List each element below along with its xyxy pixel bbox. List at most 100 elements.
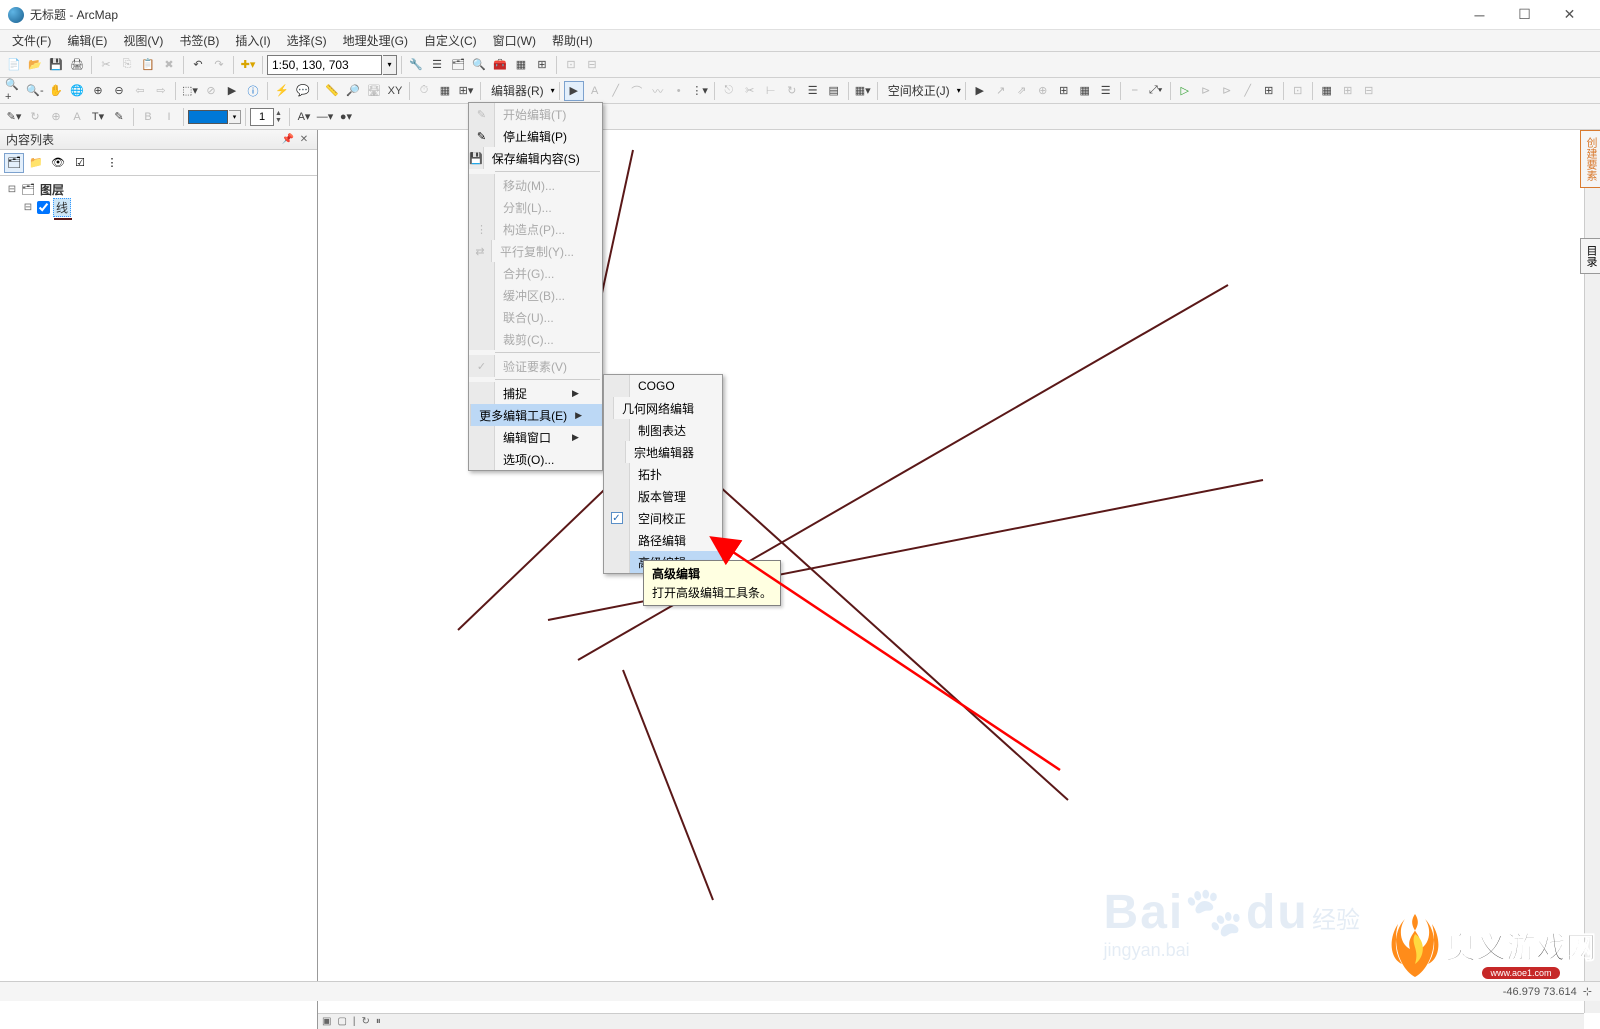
spatial-adjustment-menu[interactable]: 空间校正(J) <box>882 81 956 101</box>
split-button[interactable]: ⊢ <box>761 81 781 101</box>
arc-segment-button[interactable]: ⌒ <box>627 81 647 101</box>
clear-selection-button[interactable]: ⊘ <box>201 81 221 101</box>
sa-edge-button[interactable]: ⎯ <box>1125 81 1145 101</box>
undo-button[interactable]: ↶ <box>188 55 208 75</box>
select-features-button[interactable]: ⬚▾ <box>180 81 200 101</box>
menu-help[interactable]: 帮助(H) <box>544 30 601 51</box>
python-button[interactable]: ▦ <box>511 55 531 75</box>
fill-color-swatch[interactable] <box>188 110 228 124</box>
menu-bookmarks[interactable]: 书签(B) <box>171 30 227 51</box>
adv-tool5[interactable]: ⊞ <box>1259 81 1279 101</box>
expand-icon[interactable]: ⊟ <box>6 184 18 195</box>
editor-menu-item[interactable]: 选项(O)... <box>469 448 602 470</box>
redo-button[interactable]: ↷ <box>209 55 229 75</box>
sketch-props-button[interactable]: ▤ <box>824 81 844 101</box>
attributes-button[interactable]: ☰ <box>803 81 823 101</box>
sa-identity-button[interactable]: ⊕ <box>1033 81 1053 101</box>
adv-play-button[interactable]: ▷ <box>1175 81 1195 101</box>
submenu-item[interactable]: 版本管理 <box>604 485 722 507</box>
edit-vertices-button[interactable]: ⋮▾ <box>690 81 710 101</box>
search-button[interactable]: 🔍 <box>469 55 489 75</box>
side-tab-catalog[interactable]: 目录 <box>1580 238 1600 274</box>
menu-file[interactable]: 文件(F) <box>4 30 59 51</box>
submenu-item[interactable]: 宗地编辑器 <box>604 441 722 463</box>
minimize-button[interactable]: ─ <box>1457 0 1502 30</box>
zoom-out-button[interactable]: 🔍- <box>25 81 45 101</box>
new-button[interactable]: 📄 <box>4 55 24 75</box>
zoom-in-button[interactable]: 🔍+ <box>4 81 24 101</box>
close-button[interactable]: ✕ <box>1547 0 1592 30</box>
fixed-zoom-out-button[interactable]: ⊖ <box>109 81 129 101</box>
delete-button[interactable]: ✖ <box>159 55 179 75</box>
menu-view[interactable]: 视图(V) <box>115 30 171 51</box>
straight-segment-button[interactable]: ╱ <box>606 81 626 101</box>
submenu-item[interactable]: 路径编辑 <box>604 529 722 551</box>
layout-view-button[interactable]: ▢ <box>337 1016 346 1027</box>
catalog-button[interactable]: 🗂 <box>448 55 468 75</box>
draw-tool-button[interactable]: ✎▾ <box>4 107 24 127</box>
reshape-button[interactable]: ⎋ <box>719 81 739 101</box>
print-button[interactable]: 🖨 <box>67 55 87 75</box>
menu-geoprocessing[interactable]: 地理处理(G) <box>335 30 416 51</box>
layer-line-symbol[interactable] <box>54 218 72 220</box>
toc-options-button[interactable]: ⋮ <box>102 153 122 173</box>
find-route-button[interactable]: 🛣 <box>364 81 384 101</box>
copy-button[interactable]: ⎘ <box>117 55 137 75</box>
adv-tool9[interactable]: ⊟ <box>1359 81 1379 101</box>
submenu-item[interactable]: ✓空间校正 <box>604 507 722 529</box>
identify-button[interactable]: ⓘ <box>243 81 263 101</box>
editor-menu-item[interactable]: 编辑窗口▶ <box>469 426 602 448</box>
editor-menu-button[interactable]: 编辑器(R) <box>485 81 550 101</box>
layer-visibility-checkbox[interactable] <box>37 201 50 214</box>
tool-a[interactable]: ⊡ <box>561 55 581 75</box>
editor-menu-item[interactable]: 更多编辑工具(E)▶ <box>469 404 602 426</box>
paste-button[interactable]: 📋 <box>138 55 158 75</box>
map-scale-dropdown[interactable]: ▾ <box>383 55 397 75</box>
trace-button[interactable]: 〰 <box>648 81 668 101</box>
map-scale-input[interactable] <box>267 55 382 75</box>
adv-tool3[interactable]: ⊳ <box>1217 81 1237 101</box>
submenu-item[interactable]: 几何网络编辑 <box>604 397 722 419</box>
toc-list-source-button[interactable]: 📁 <box>26 153 46 173</box>
adv-tool7[interactable]: ▦ <box>1317 81 1337 101</box>
sa-select-button[interactable]: ▶ <box>970 81 990 101</box>
create-features-button[interactable]: ▦▾ <box>853 81 873 101</box>
sa-grid2-button[interactable]: ▦ <box>1075 81 1095 101</box>
viewer2-button[interactable]: ⊞▾ <box>456 81 476 101</box>
submenu-item[interactable]: 制图表达 <box>604 419 722 441</box>
sa-grid1-button[interactable]: ⊞ <box>1054 81 1074 101</box>
sa-link-button[interactable]: ↗ <box>991 81 1011 101</box>
rotate-text-button[interactable]: ↻ <box>25 107 45 127</box>
html-popup-button[interactable]: 💬 <box>293 81 313 101</box>
full-extent-button[interactable]: 🌐 <box>67 81 87 101</box>
menu-insert[interactable]: 插入(I) <box>227 30 278 51</box>
editor-menu-item[interactable]: ✎停止编辑(P) <box>469 125 602 147</box>
pan-button[interactable]: ✋ <box>46 81 66 101</box>
edit-tool-button[interactable]: ▶ <box>564 81 584 101</box>
tree-layer-line[interactable]: ⊟ 线 <box>6 198 311 216</box>
adv-tool4[interactable]: ╱ <box>1238 81 1258 101</box>
expand-icon[interactable]: ⊟ <box>22 202 34 213</box>
editor-toolbar-button[interactable]: 🔧 <box>406 55 426 75</box>
side-tab-create-features[interactable]: 创建要素 <box>1580 130 1600 188</box>
hyperlink-button[interactable]: ⚡ <box>272 81 292 101</box>
refresh-button[interactable]: ↻ <box>362 1016 370 1027</box>
tree-root-layers[interactable]: ⊟ 🗂 图层 <box>6 180 311 198</box>
select-elements-button[interactable]: ▶ <box>222 81 242 101</box>
line-width-input[interactable] <box>250 108 274 126</box>
edit-draw-button[interactable]: ✎ <box>109 107 129 127</box>
pause-button[interactable]: ⏸ <box>376 1016 381 1027</box>
save-button[interactable]: 💾 <box>46 55 66 75</box>
italic-button[interactable]: I <box>159 107 179 127</box>
fill-color-dropdown[interactable]: ▾ <box>229 110 241 124</box>
toc-pin-button[interactable]: 📌 <box>281 133 295 147</box>
adv-tool6[interactable]: ⊡ <box>1288 81 1308 101</box>
text-tool-button[interactable]: T▾ <box>88 107 108 127</box>
submenu-item[interactable]: 拓扑 <box>604 463 722 485</box>
edit-annotation-button[interactable]: A <box>585 81 605 101</box>
toc-list-visibility-button[interactable]: 👁 <box>48 153 68 173</box>
viewer-button[interactable]: ▦ <box>435 81 455 101</box>
fixed-zoom-in-button[interactable]: ⊕ <box>88 81 108 101</box>
map-scrollbar-horizontal[interactable]: ▣ ▢ | ↻ ⏸ <box>318 1013 1584 1029</box>
zoom-text-button[interactable]: ⊕ <box>46 107 66 127</box>
